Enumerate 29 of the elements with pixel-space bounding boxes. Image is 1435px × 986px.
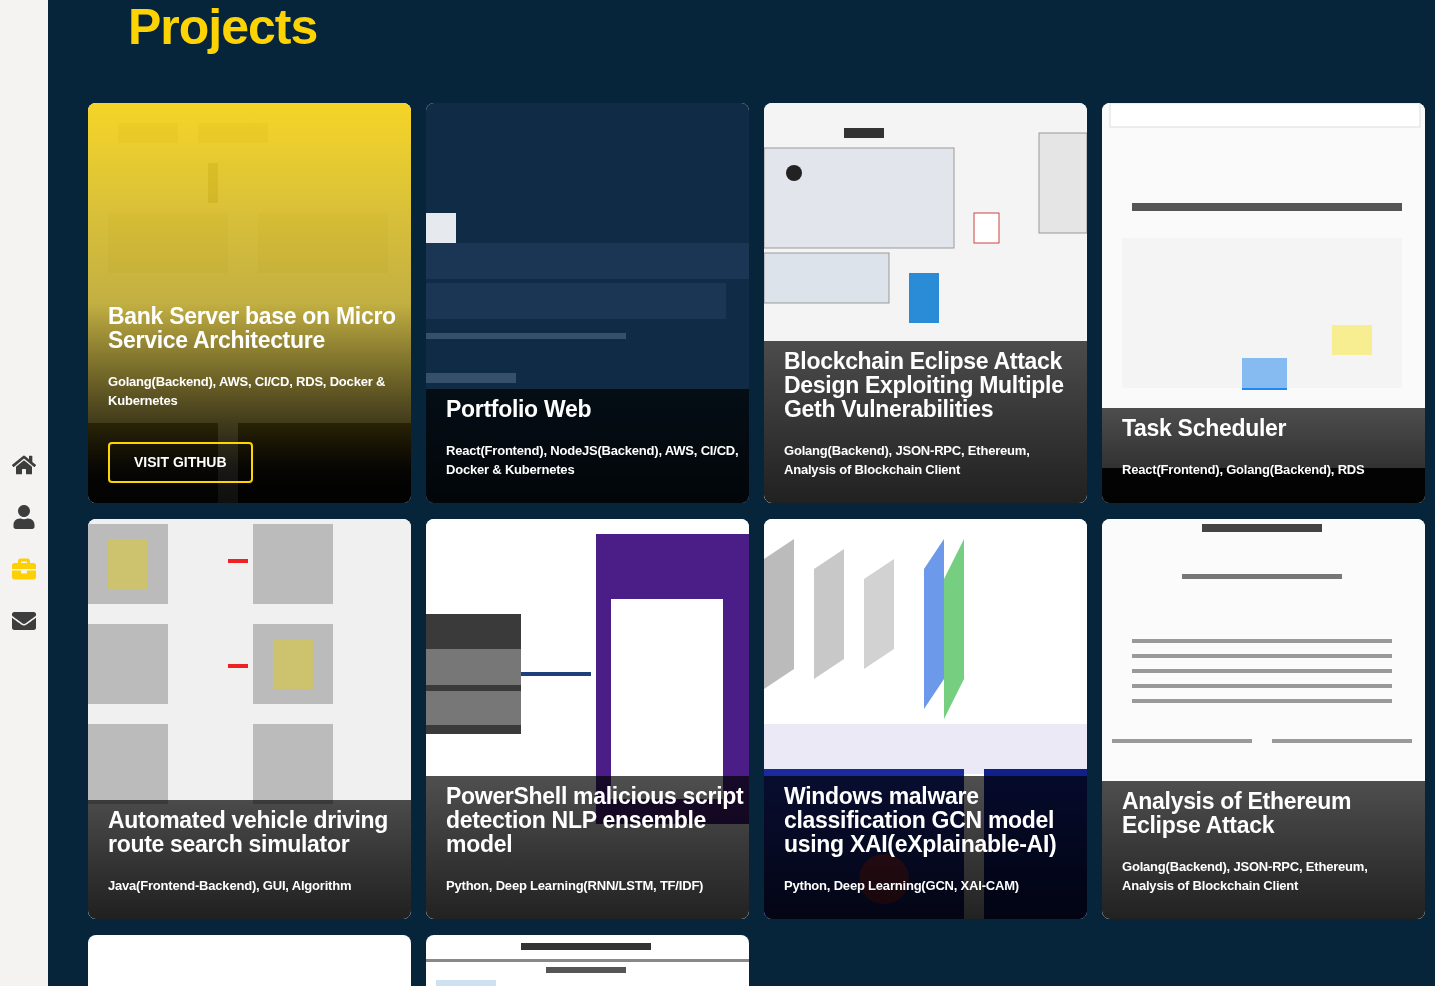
- project-card[interactable]: Task Scheduler React(Frontend), Golang(Backend), RDS: [1102, 103, 1425, 503]
- project-title: Automated vehicle driving route search simulator: [108, 808, 390, 856]
- project-tech: Golang(Backend), JSON-RPC, Ethereum, Analysis of Blockchain Client: [1122, 858, 1369, 895]
- project-title: PowerShell malicious script detection NLP ensemble model: [446, 784, 745, 856]
- project-tech: React(Frontend), Golang(Backend), RDS: [1122, 461, 1366, 479]
- mail-icon[interactable]: [12, 609, 36, 633]
- project-tech: Golang(Backend), JSON-RPC, Ethereum, Analysis of Blockchain Client: [784, 442, 1031, 479]
- project-card[interactable]: Analysis of Ethereum Eclipse Attack Golang(Backend), JSON-RPC, Ethereum, Analysis of Blockchain Client: [1102, 519, 1425, 919]
- project-card[interactable]: Windows malware classification GCN model using XAI(eXplainable-AI) Python, Deep Learning(GCN, XAI-CAM): [764, 519, 1087, 919]
- project-title: Bank Server base on Micro Service Architecture: [108, 304, 397, 352]
- project-tech: React(Frontend), NodeJS(Backend), AWS, CI/CD, Docker & Kubernetes: [446, 442, 740, 479]
- page-heading: Projects: [128, 2, 319, 52]
- home-icon[interactable]: [12, 453, 36, 477]
- project-title: Blockchain Eclipse Attack Design Exploiting Multiple Geth Vulnerabilities: [784, 349, 1065, 421]
- project-card[interactable]: PowerShell malicious script detection NLP ensemble model Python, Deep Learning(RNN/LSTM, TF/IDF): [426, 519, 749, 919]
- project-card[interactable]: Portfolio Web React(Frontend), NodeJS(Backend), AWS, CI/CD, Docker & Kubernetes: [426, 103, 749, 503]
- project-card[interactable]: Bank Server base on Micro Service Architecture Golang(Backend), AWS, CI/CD, RDS, Docker & Kubernetes VISIT GITHUB: [88, 103, 411, 503]
- project-card[interactable]: Automated vehicle driving route search simulator Java(Frontend-Backend), GUI, Algorithm: [88, 519, 411, 919]
- project-tech: Java(Frontend-Backend), GUI, Algorithm: [108, 877, 353, 895]
- project-tech: Python, Deep Learning(GCN, XAI-CAM): [784, 877, 1020, 895]
- visit-github-button[interactable]: VISIT GITHUB: [108, 442, 253, 483]
- project-tech: Python, Deep Learning(RNN/LSTM, TF/IDF): [446, 877, 705, 895]
- project-title: Task Scheduler: [1122, 416, 1288, 440]
- project-title: Portfolio Web: [446, 397, 593, 421]
- project-tech: Golang(Backend), AWS, CI/CD, RDS, Docker & Kubernetes: [108, 373, 387, 410]
- project-title: Windows malware classification GCN model using XAI(eXplainable-AI): [784, 784, 1058, 856]
- project-title: Analysis of Ethereum Eclipse Attack: [1122, 789, 1353, 837]
- project-card[interactable]: Blockchain Eclipse Attack Design Exploiting Multiple Geth Vulnerabilities Golang(Backend), JSON-RPC, Ethereum, Analysis of Blockchain Client: [764, 103, 1087, 503]
- person-icon[interactable]: [12, 505, 36, 529]
